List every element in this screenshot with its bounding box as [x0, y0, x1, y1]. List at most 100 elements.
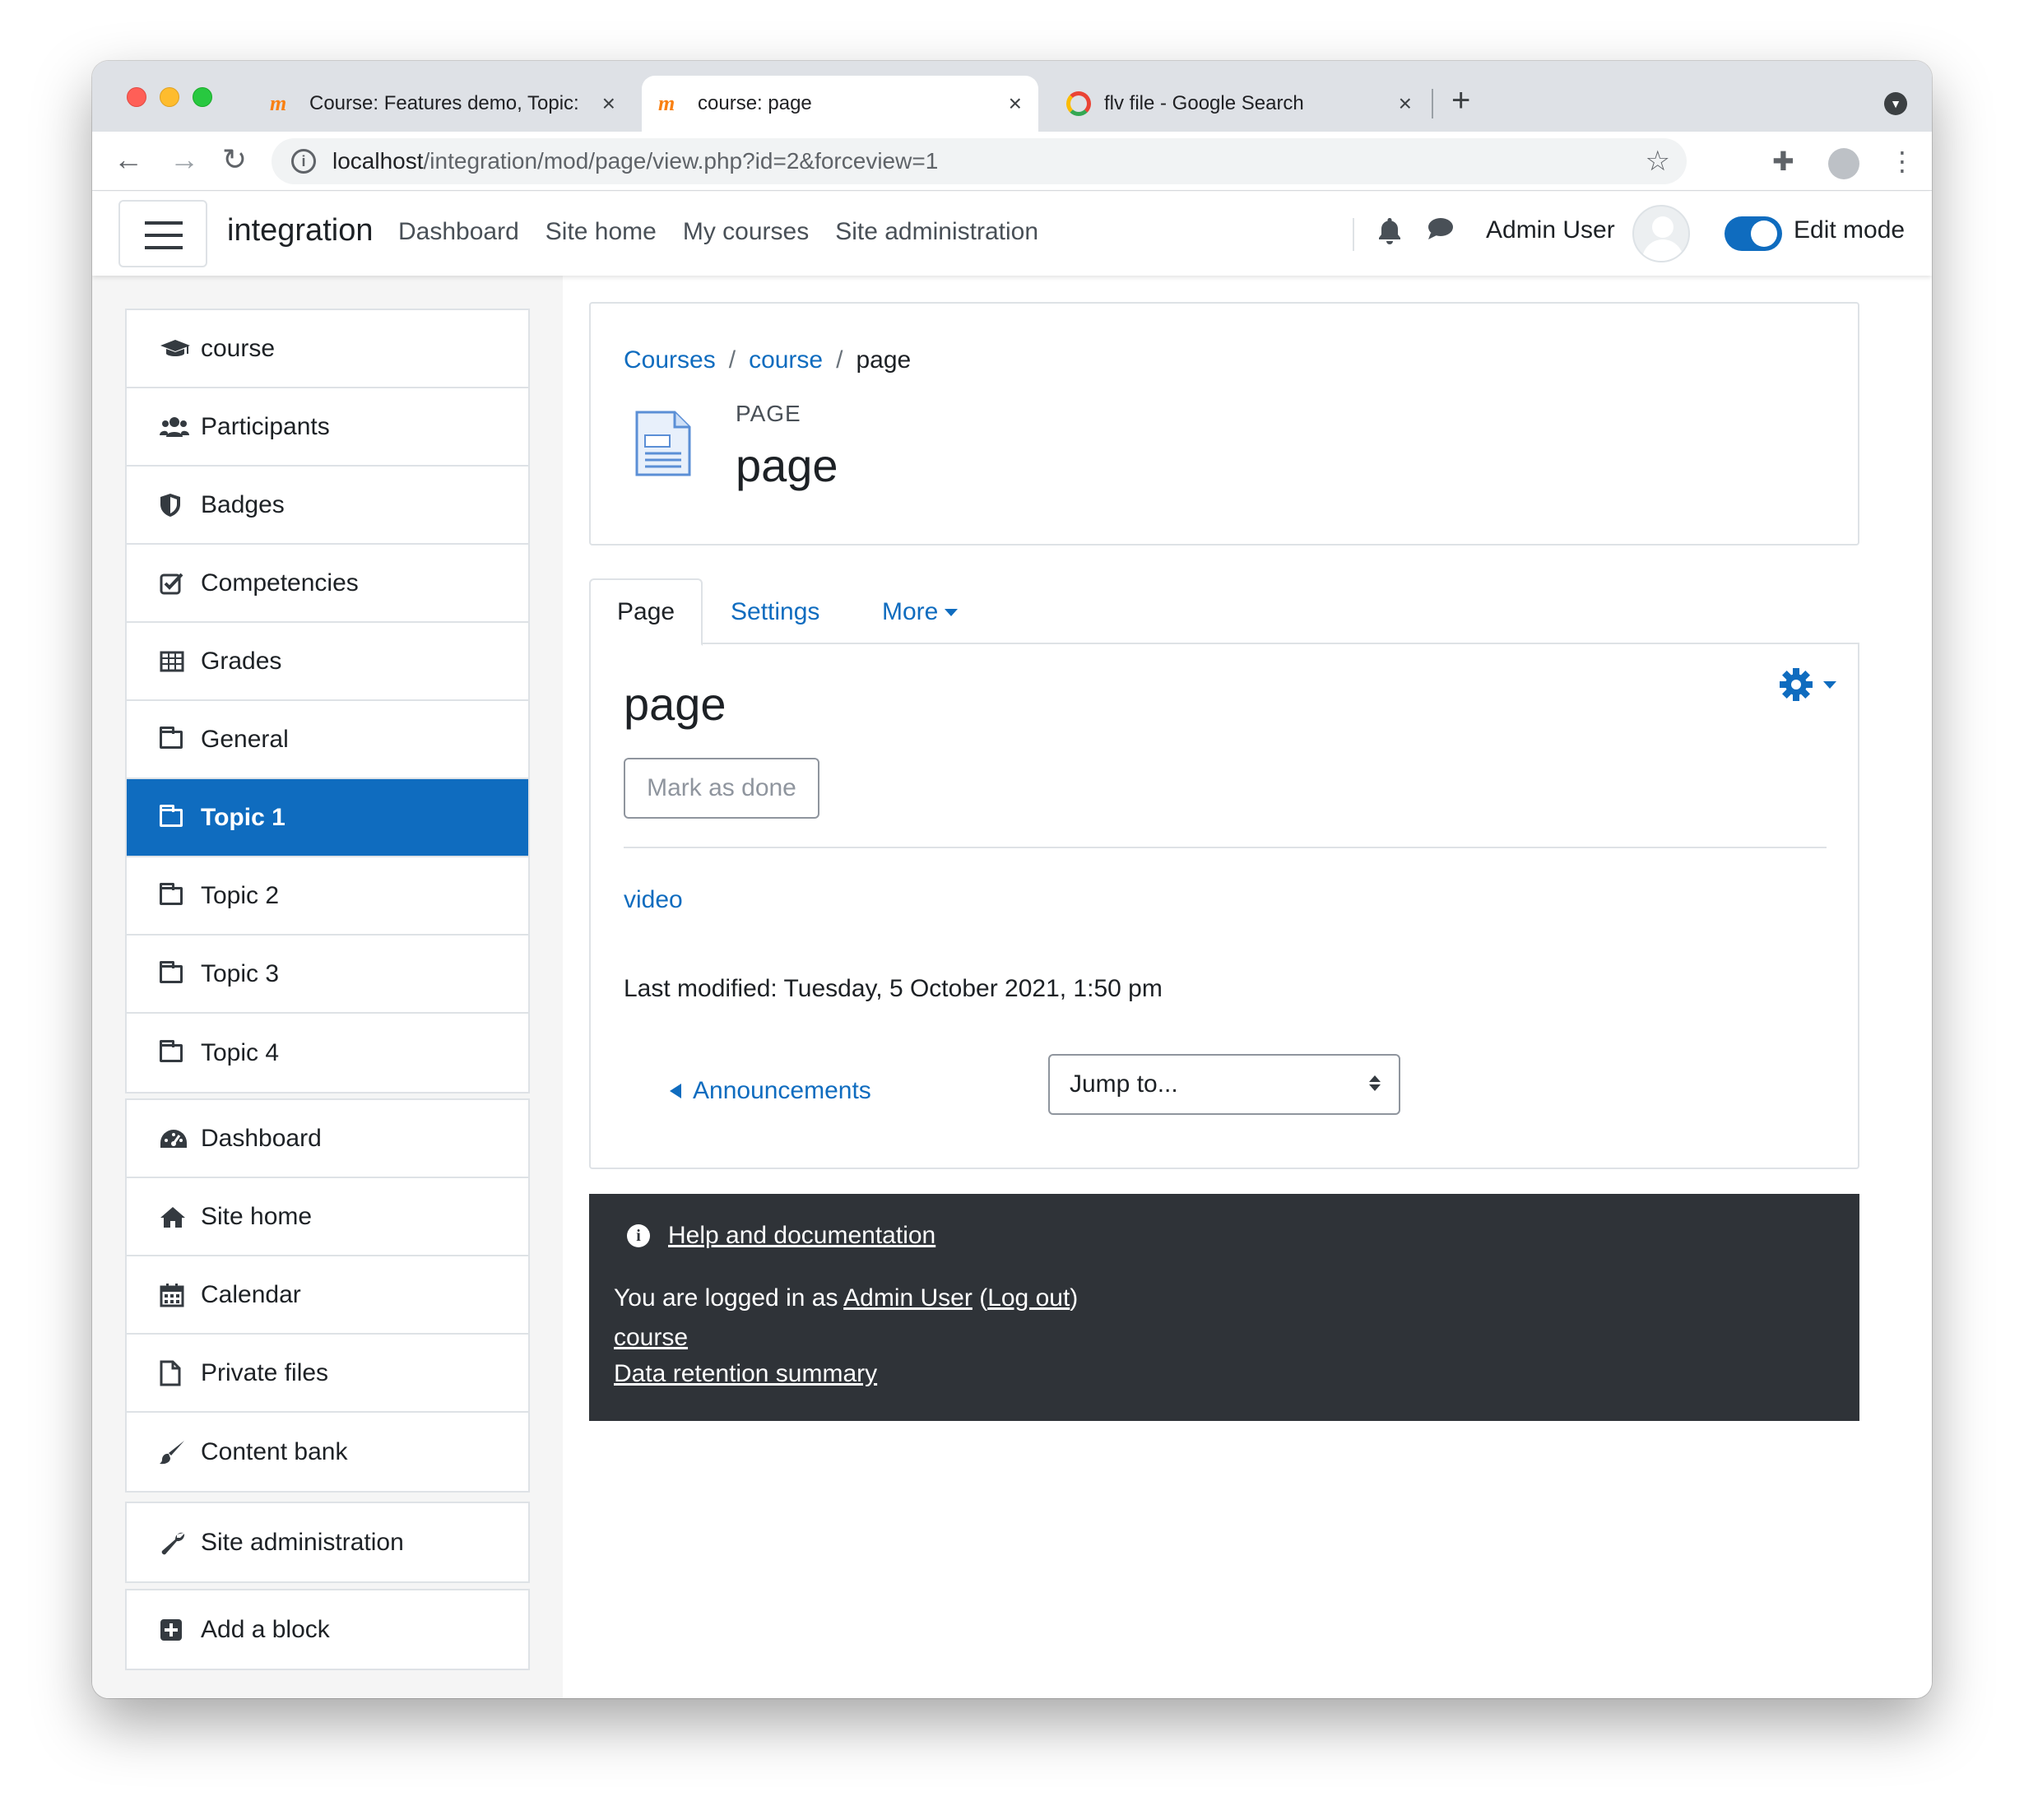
- avatar-body: [1642, 239, 1683, 261]
- drawer-item-course[interactable]: course: [127, 310, 528, 388]
- info-circle-icon: i: [627, 1224, 650, 1247]
- users-icon: [160, 416, 201, 439]
- breadcrumb-course[interactable]: course: [749, 346, 823, 374]
- secondary-nav-tabs: Page Settings More: [589, 578, 1859, 646]
- plus-square-icon: [160, 1618, 201, 1641]
- drawer-item-label: Topic 3: [201, 959, 280, 987]
- help-link[interactable]: Help and documentation: [668, 1222, 935, 1250]
- page-header: Courses / course / page PAGE page: [589, 302, 1859, 546]
- drawer-item-topic-1[interactable]: Topic 1: [127, 779, 528, 857]
- url-host: localhost: [332, 148, 424, 174]
- primary-nav: Dashboard Site home My courses Site admi…: [398, 218, 1038, 246]
- course-drawer: course Participants Badges Competencies: [92, 276, 563, 1698]
- drawer-item-general[interactable]: General: [127, 701, 528, 779]
- nav-link-my-courses[interactable]: My courses: [683, 218, 809, 246]
- drawer-item-label: course: [201, 334, 276, 362]
- user-avatar[interactable]: [1632, 205, 1690, 262]
- logged-in-user-link[interactable]: Admin User: [843, 1284, 973, 1312]
- drawer-item-label: Competencies: [201, 569, 359, 597]
- video-link[interactable]: video: [624, 886, 683, 914]
- maximize-window-button[interactable]: [193, 87, 212, 107]
- tab-close-icon[interactable]: ×: [602, 91, 615, 117]
- browser-tab-course-features[interactable]: m Course: Features demo, Topic: ×: [253, 76, 632, 132]
- footer-course-link[interactable]: course: [614, 1324, 688, 1351]
- table-icon: [160, 651, 201, 672]
- address-bar[interactable]: i localhost/integration/mod/page/view.ph…: [272, 138, 1687, 184]
- help-documentation[interactable]: i Help and documentation: [627, 1222, 935, 1250]
- checkbox-icon: [160, 572, 201, 595]
- admin-nav-group: Site administration: [125, 1502, 530, 1583]
- drawer-item-calendar[interactable]: Calendar: [127, 1256, 528, 1335]
- tab-close-icon[interactable]: ×: [1009, 91, 1022, 117]
- jump-to-select[interactable]: Jump to...: [1048, 1054, 1400, 1115]
- messages-chat-icon[interactable]: [1427, 216, 1455, 248]
- site-brand[interactable]: integration: [227, 213, 373, 248]
- close-window-button[interactable]: [127, 87, 146, 107]
- browser-menu-kebab-icon[interactable]: ⋮: [1889, 145, 1915, 178]
- breadcrumb-courses[interactable]: Courses: [624, 346, 716, 374]
- reload-icon[interactable]: ↻: [222, 143, 247, 176]
- drawer-item-label: Calendar: [201, 1280, 301, 1308]
- browser-toolbar: ← → ↻ i localhost/integration/mod/page/v…: [92, 132, 1932, 191]
- nav-link-dashboard[interactable]: Dashboard: [398, 218, 519, 246]
- calendar-icon: [160, 1283, 201, 1307]
- drawer-item-competencies[interactable]: Competencies: [127, 545, 528, 623]
- site-navbar: integration Dashboard Site home My cours…: [92, 192, 1932, 276]
- drawer-item-site-administration[interactable]: Site administration: [127, 1503, 528, 1581]
- new-tab-plus-icon[interactable]: +: [1451, 84, 1470, 117]
- nav-link-site-home[interactable]: Site home: [545, 218, 657, 246]
- drawer-item-topic-4[interactable]: Topic 4: [127, 1014, 528, 1092]
- nav-link-site-administration[interactable]: Site administration: [835, 218, 1038, 246]
- notifications-bell-icon[interactable]: [1377, 216, 1402, 251]
- data-retention-link[interactable]: Data retention summary: [614, 1360, 877, 1387]
- tab-settings[interactable]: Settings: [704, 578, 846, 646]
- brush-icon: [160, 1439, 201, 1465]
- folder-icon: [160, 726, 201, 749]
- tab-separator: [1432, 89, 1433, 118]
- extensions-puzzle-icon[interactable]: ✚: [1772, 145, 1794, 178]
- add-block-button[interactable]: Add a block: [127, 1590, 528, 1669]
- triangle-left-icon: [670, 1084, 681, 1098]
- browser-tab-course-page[interactable]: m course: page ×: [642, 76, 1038, 132]
- dashboard-icon: [160, 1128, 201, 1149]
- back-arrow-icon[interactable]: ←: [114, 143, 143, 176]
- minimize-window-button[interactable]: [160, 87, 179, 107]
- footer-course-link-wrap: course: [614, 1324, 688, 1352]
- tab-search-chevron-icon[interactable]: ▼: [1884, 92, 1907, 115]
- drawer-item-dashboard[interactable]: Dashboard: [127, 1100, 528, 1178]
- forward-arrow-icon[interactable]: →: [169, 143, 199, 176]
- tab-close-icon[interactable]: ×: [1399, 91, 1412, 117]
- profile-avatar-icon[interactable]: [1828, 148, 1859, 179]
- drawer-item-label: General: [201, 725, 289, 753]
- drawer-item-content-bank[interactable]: Content bank: [127, 1413, 528, 1491]
- drawer-toggle-button[interactable]: [118, 200, 207, 267]
- site-info-icon[interactable]: i: [291, 149, 316, 174]
- url-path: /integration/mod/page/view.php?id=2&forc…: [423, 148, 939, 174]
- logout-link[interactable]: Log out: [987, 1284, 1070, 1312]
- drawer-item-participants[interactable]: Participants: [127, 388, 528, 467]
- breadcrumb-current: page: [856, 346, 912, 374]
- user-name[interactable]: Admin User: [1486, 216, 1615, 244]
- activity-actions-menu[interactable]: [1779, 667, 1836, 702]
- drawer-item-label: Dashboard: [201, 1124, 322, 1152]
- drawer-item-label: Add a block: [201, 1615, 330, 1643]
- previous-activity-link[interactable]: Announcements: [670, 1077, 871, 1105]
- bookmark-star-icon[interactable]: ☆: [1646, 145, 1670, 178]
- browser-tab-google-search[interactable]: flv file - Google Search ×: [1050, 76, 1428, 132]
- folder-icon: [160, 882, 201, 905]
- drawer-item-private-files[interactable]: Private files: [127, 1335, 528, 1413]
- tab-page[interactable]: Page: [589, 578, 703, 646]
- mark-as-done-button[interactable]: Mark as done: [624, 758, 819, 819]
- drawer-item-grades[interactable]: Grades: [127, 623, 528, 701]
- drawer-item-badges[interactable]: Badges: [127, 467, 528, 545]
- drawer-item-site-home[interactable]: Site home: [127, 1178, 528, 1256]
- tab-label: Course: Features demo, Topic:: [309, 92, 579, 114]
- edit-mode-toggle[interactable]: [1725, 216, 1782, 251]
- footer-data-retention-wrap: Data retention summary: [614, 1360, 877, 1388]
- breadcrumb-separator: /: [728, 346, 736, 374]
- tab-more-label: More: [882, 598, 939, 625]
- tab-more[interactable]: More: [856, 578, 984, 646]
- drawer-item-topic-3[interactable]: Topic 3: [127, 936, 528, 1014]
- drawer-item-topic-2[interactable]: Topic 2: [127, 857, 528, 936]
- tab-page-label: Page: [617, 598, 675, 625]
